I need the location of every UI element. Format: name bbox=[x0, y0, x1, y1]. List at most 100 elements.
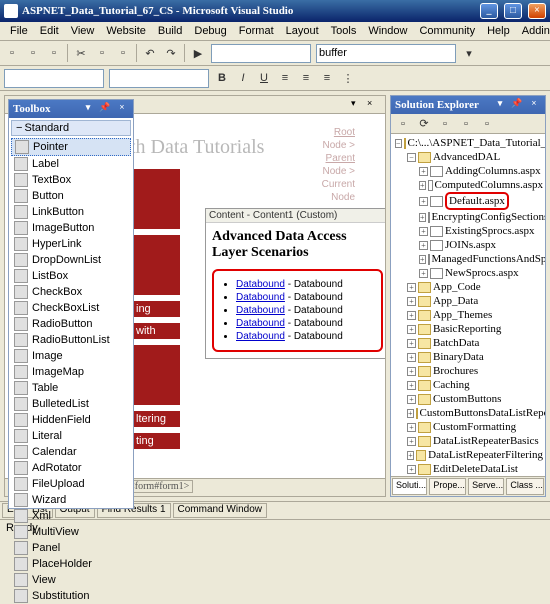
menu-addins[interactable]: Addins bbox=[516, 24, 550, 38]
tool-item-view[interactable]: View bbox=[11, 572, 131, 588]
tool-item-panel[interactable]: Panel bbox=[11, 540, 131, 556]
tag-form[interactable]: <form#form1> bbox=[125, 480, 193, 493]
tool-item-fileupload[interactable]: FileUpload bbox=[11, 476, 131, 492]
tool-item-calendar[interactable]: Calendar bbox=[11, 444, 131, 460]
tree-node[interactable]: +Caching bbox=[393, 378, 543, 392]
tool-item-hyperlink[interactable]: HyperLink bbox=[11, 236, 131, 252]
tree-node[interactable]: +BinaryData bbox=[393, 350, 543, 364]
expand-icon[interactable]: + bbox=[407, 283, 416, 292]
tool-item-table[interactable]: Table bbox=[11, 380, 131, 396]
menu-file[interactable]: File bbox=[4, 24, 34, 38]
tree-node[interactable]: +DataListRepeaterFiltering bbox=[393, 448, 543, 462]
font-dropdown[interactable] bbox=[109, 69, 209, 88]
undo-icon[interactable]: ↶ bbox=[140, 43, 160, 63]
align-left-icon[interactable]: ≡ bbox=[275, 68, 295, 88]
solution-tree[interactable]: −C:\...\ASPNET_Data_Tutorial_67_CS\−Adva… bbox=[391, 134, 545, 476]
align-right-icon[interactable]: ≡ bbox=[317, 68, 337, 88]
menu-layout[interactable]: Layout bbox=[280, 24, 325, 38]
nav-block[interactable]: ltering bbox=[130, 411, 180, 427]
tree-node[interactable]: +Default.aspx bbox=[393, 192, 543, 210]
menu-window[interactable]: Window bbox=[362, 24, 413, 38]
menu-edit[interactable]: Edit bbox=[34, 24, 65, 38]
close-icon[interactable]: × bbox=[527, 98, 541, 112]
list-icon[interactable]: ⋮ bbox=[338, 68, 358, 88]
expand-icon[interactable]: + bbox=[407, 367, 416, 376]
expand-icon[interactable]: + bbox=[407, 381, 416, 390]
tool-item-xml[interactable]: Xml bbox=[11, 508, 131, 524]
paste-icon[interactable]: ▫ bbox=[113, 43, 133, 63]
tool-item-linkbutton[interactable]: LinkButton bbox=[11, 204, 131, 220]
copy-icon[interactable]: ▫ bbox=[477, 114, 497, 134]
databound-link[interactable]: Databound bbox=[236, 279, 285, 290]
tool-item-multiview[interactable]: MultiView bbox=[11, 524, 131, 540]
cut-icon[interactable]: ✂ bbox=[71, 43, 91, 63]
tree-node[interactable]: +CustomFormatting bbox=[393, 420, 543, 434]
dropdown-icon[interactable]: ▾ bbox=[351, 98, 365, 112]
tree-node[interactable]: +Brochures bbox=[393, 364, 543, 378]
tool-item-radiobuttonlist[interactable]: RadioButtonList bbox=[11, 332, 131, 348]
tab-solution[interactable]: Soluti... bbox=[392, 478, 427, 495]
tree-node[interactable]: +App_Code bbox=[393, 280, 543, 294]
tool-item-radiobutton[interactable]: RadioButton bbox=[11, 316, 131, 332]
expand-icon[interactable]: + bbox=[407, 409, 414, 418]
pin-icon[interactable]: 📌 bbox=[98, 102, 112, 116]
tool-item-image[interactable]: Image bbox=[11, 348, 131, 364]
copy-icon[interactable]: ▫ bbox=[92, 43, 112, 63]
tool-item-imagebutton[interactable]: ImageButton bbox=[11, 220, 131, 236]
menu-view[interactable]: View bbox=[65, 24, 101, 38]
menu-format[interactable]: Format bbox=[233, 24, 280, 38]
tree-node[interactable]: +App_Themes bbox=[393, 308, 543, 322]
expand-icon[interactable]: + bbox=[407, 395, 416, 404]
save-icon[interactable]: ▫ bbox=[44, 43, 64, 63]
pin-icon[interactable]: 📌 bbox=[510, 98, 524, 112]
style-dropdown[interactable] bbox=[4, 69, 104, 88]
menu-help[interactable]: Help bbox=[481, 24, 516, 38]
expand-icon[interactable]: − bbox=[395, 139, 402, 148]
tool-item-hiddenfield[interactable]: HiddenField bbox=[11, 412, 131, 428]
find-icon[interactable]: ▾ bbox=[459, 43, 479, 63]
root-link[interactable]: Root bbox=[334, 127, 355, 138]
tree-node[interactable]: +NewSprocs.aspx bbox=[393, 266, 543, 280]
tool-item-imagemap[interactable]: ImageMap bbox=[11, 364, 131, 380]
nav-block[interactable] bbox=[130, 345, 180, 405]
expand-icon[interactable]: + bbox=[419, 213, 426, 222]
new-icon[interactable]: ▫ bbox=[2, 43, 22, 63]
italic-icon[interactable]: I bbox=[233, 68, 253, 88]
tree-node[interactable]: +App_Data bbox=[393, 294, 543, 308]
tool-item-bulletedlist[interactable]: BulletedList bbox=[11, 396, 131, 412]
tree-node[interactable]: +EditDeleteDataList bbox=[393, 462, 543, 476]
tool-item-checkboxlist[interactable]: CheckBoxList bbox=[11, 300, 131, 316]
menu-community[interactable]: Community bbox=[413, 24, 481, 38]
expand-icon[interactable]: + bbox=[407, 311, 416, 320]
nav-block[interactable]: with bbox=[130, 323, 180, 339]
nav-block[interactable] bbox=[130, 169, 180, 229]
tool-item-literal[interactable]: Literal bbox=[11, 428, 131, 444]
expand-icon[interactable]: + bbox=[419, 241, 428, 250]
tree-node[interactable]: +DataListRepeaterBasics bbox=[393, 434, 543, 448]
expand-icon[interactable]: + bbox=[407, 423, 416, 432]
maximize-button[interactable]: □ bbox=[504, 3, 522, 19]
tree-node[interactable]: +ManagedFunctionsAndSprocs.aspx bbox=[393, 252, 543, 266]
expand-icon[interactable]: + bbox=[407, 451, 414, 460]
tree-node[interactable]: −AdvancedDAL bbox=[393, 150, 543, 164]
view-icon[interactable]: ▫ bbox=[456, 114, 476, 134]
close-icon[interactable]: × bbox=[367, 98, 381, 112]
tree-node[interactable]: +BasicReporting bbox=[393, 322, 543, 336]
tool-item-substitution[interactable]: Substitution bbox=[11, 588, 131, 604]
menu-build[interactable]: Build bbox=[152, 24, 188, 38]
close-button[interactable]: × bbox=[528, 3, 546, 19]
nav-block[interactable]: ting bbox=[130, 433, 180, 449]
tool-item-wizard[interactable]: Wizard bbox=[11, 492, 131, 508]
tree-node[interactable]: +AddingColumns.aspx bbox=[393, 164, 543, 178]
underline-icon[interactable]: U bbox=[254, 68, 274, 88]
databound-link[interactable]: Databound bbox=[236, 318, 285, 329]
expand-icon[interactable]: + bbox=[407, 437, 416, 446]
parent-link[interactable]: Parent bbox=[326, 153, 355, 164]
redo-icon[interactable]: ↷ bbox=[161, 43, 181, 63]
content-placeholder[interactable]: Content - Content1 (Custom) Advanced Dat… bbox=[205, 208, 386, 359]
tool-item-listbox[interactable]: ListBox bbox=[11, 268, 131, 284]
tab-server[interactable]: Serve... bbox=[468, 478, 504, 495]
tree-node[interactable]: +CustomButtons bbox=[393, 392, 543, 406]
tab-class[interactable]: Class ... bbox=[506, 478, 544, 495]
expand-icon[interactable]: + bbox=[407, 465, 416, 474]
